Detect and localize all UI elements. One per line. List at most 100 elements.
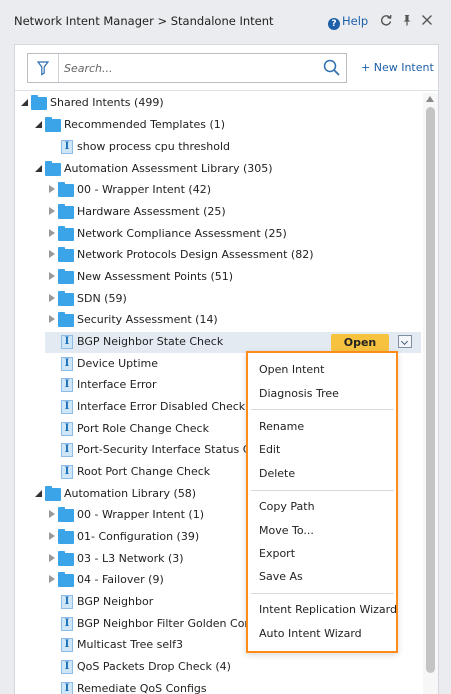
folder-icon	[58, 204, 74, 219]
intent-icon: I	[61, 617, 73, 631]
tree-node-folder[interactable]: SDN (59)	[15, 289, 423, 310]
collapsed-arrow-icon[interactable]	[47, 185, 57, 195]
tree-node-label: New Assessment Points (51)	[77, 270, 234, 283]
menu-item-edit[interactable]: Edit	[259, 443, 280, 456]
menu-item-move-to[interactable]: Move To...	[259, 524, 314, 537]
folder-icon	[58, 182, 74, 197]
tree-node-label: Shared Intents (499)	[50, 96, 164, 109]
menu-item-diagnosis-tree[interactable]: Diagnosis Tree	[259, 387, 339, 400]
menu-item-intent-replication-wizard[interactable]: Intent Replication Wizard	[259, 603, 397, 616]
menu-item-open-intent[interactable]: Open Intent	[259, 363, 324, 376]
new-intent-button[interactable]: + New Intent	[361, 61, 434, 74]
tree-node-label: Port-Security Interface Status Che	[77, 443, 265, 456]
search-input[interactable]	[64, 58, 314, 78]
folder-icon	[45, 117, 61, 132]
tree-node-label: BGP Neighbor Filter Golden Confi	[77, 617, 259, 630]
tree-node-folder[interactable]: Hardware Assessment (25)	[15, 202, 423, 223]
intent-icon: I	[61, 638, 73, 652]
collapsed-arrow-icon[interactable]	[47, 575, 57, 585]
tree-node-label: Interface Error	[77, 378, 157, 391]
collapsed-arrow-icon[interactable]	[47, 510, 57, 520]
tree-node-shared-intents[interactable]: Shared Intents (499)	[15, 93, 423, 114]
collapsed-arrow-icon[interactable]	[47, 250, 57, 260]
tree-node-intent[interactable]: I show process cpu threshold	[15, 137, 423, 158]
folder-icon	[58, 312, 74, 327]
tree-node-folder[interactable]: New Assessment Points (51)	[15, 267, 423, 288]
tree-node-intent[interactable]: I QoS Packets Drop Check (4)	[15, 657, 423, 678]
tree-node-label: Root Port Change Check	[77, 465, 211, 478]
intent-icon: I	[61, 465, 73, 479]
menu-item-export[interactable]: Export	[259, 547, 295, 560]
folder-icon	[45, 486, 61, 501]
collapsed-arrow-icon[interactable]	[47, 315, 57, 325]
tree-node-folder[interactable]: Network Compliance Assessment (25)	[15, 224, 423, 245]
intent-icon: I	[61, 682, 73, 694]
tree-node-folder[interactable]: Security Assessment (14)	[15, 310, 423, 331]
vertical-scrollbar[interactable]	[423, 93, 438, 694]
tree-node-label: 00 - Wrapper Intent (1)	[77, 508, 205, 521]
intent-icon: I	[61, 660, 73, 674]
folder-icon	[58, 507, 74, 522]
folder-icon	[58, 269, 74, 284]
intent-icon: I	[61, 140, 73, 154]
tree-node-label: 00 - Wrapper Intent (42)	[77, 183, 212, 196]
collapsed-arrow-icon[interactable]	[47, 294, 57, 304]
tree-node-label: 01- Configuration (39)	[77, 530, 200, 543]
collapsed-arrow-icon[interactable]	[47, 532, 57, 542]
tree-node-label: Device Uptime	[77, 357, 159, 370]
menu-item-copy-path[interactable]: Copy Path	[259, 500, 315, 513]
intent-icon: I	[61, 443, 73, 457]
tree-node-label: show process cpu threshold	[77, 140, 230, 153]
tree-node-automation-assessment-library[interactable]: Automation Assessment Library (305)	[15, 159, 423, 180]
help-link[interactable]: ? Help	[328, 14, 368, 30]
close-icon[interactable]	[420, 13, 434, 27]
tree-node-label: Network Protocols Design Assessment (82)	[77, 248, 314, 261]
tree-node-label: Security Assessment (14)	[77, 313, 218, 326]
menu-divider	[251, 593, 394, 594]
tree-node-label: QoS Packets Drop Check (4)	[77, 660, 231, 673]
intent-icon: I	[61, 335, 73, 349]
intent-icon: I	[61, 422, 73, 436]
context-menu: Open Intent Diagnosis Tree Rename Edit D…	[246, 351, 398, 653]
tree-node-label: Recommended Templates (1)	[64, 118, 226, 131]
tree-node-intent[interactable]: I Remediate QoS Configs	[15, 679, 423, 694]
tree-node-intent-selected[interactable]: I BGP Neighbor State Check Open	[15, 332, 423, 353]
expanded-arrow-icon[interactable]	[34, 489, 44, 499]
tree-node-label: Automation Assessment Library (305)	[64, 162, 273, 175]
pin-icon[interactable]	[400, 13, 414, 27]
tree-node-folder[interactable]: 00 - Wrapper Intent (42)	[15, 180, 423, 201]
scrollbar-thumb[interactable]	[426, 107, 435, 673]
tree-node-label: BGP Neighbor State Check	[77, 335, 224, 348]
refresh-icon[interactable]	[379, 13, 393, 27]
folder-icon	[58, 226, 74, 241]
divider	[15, 90, 438, 91]
collapsed-arrow-icon[interactable]	[47, 554, 57, 564]
filter-button[interactable]	[28, 54, 59, 82]
tree-node-label: Multicast Tree self3	[77, 638, 184, 651]
collapsed-arrow-icon[interactable]	[47, 229, 57, 239]
intent-icon: I	[61, 378, 73, 392]
scroll-up-icon[interactable]	[426, 96, 434, 102]
menu-item-rename[interactable]: Rename	[259, 420, 304, 433]
collapsed-arrow-icon[interactable]	[47, 272, 57, 282]
expanded-arrow-icon[interactable]	[34, 164, 44, 174]
menu-item-delete[interactable]: Delete	[259, 467, 295, 480]
menu-item-auto-intent-wizard[interactable]: Auto Intent Wizard	[259, 627, 362, 640]
tree-node-label: Network Compliance Assessment (25)	[77, 227, 287, 240]
expanded-arrow-icon[interactable]	[34, 120, 44, 130]
tree-node-recommended-templates[interactable]: Recommended Templates (1)	[15, 115, 423, 136]
tree-node-folder[interactable]: Network Protocols Design Assessment (82)	[15, 245, 423, 266]
expanded-arrow-icon[interactable]	[20, 98, 30, 108]
folder-icon	[58, 572, 74, 587]
menu-divider	[251, 409, 394, 410]
search-button[interactable]	[322, 58, 342, 78]
intent-icon: I	[61, 400, 73, 414]
breadcrumb: Network Intent Manager > Standalone Inte…	[14, 14, 274, 28]
folder-icon	[58, 291, 74, 306]
menu-item-save-as[interactable]: Save As	[259, 570, 303, 583]
open-button[interactable]: Open	[331, 334, 389, 351]
title-bar: Network Intent Manager > Standalone Inte…	[0, 0, 451, 44]
chevron-down-icon[interactable]	[398, 335, 412, 348]
menu-divider	[251, 490, 394, 491]
collapsed-arrow-icon[interactable]	[47, 207, 57, 217]
